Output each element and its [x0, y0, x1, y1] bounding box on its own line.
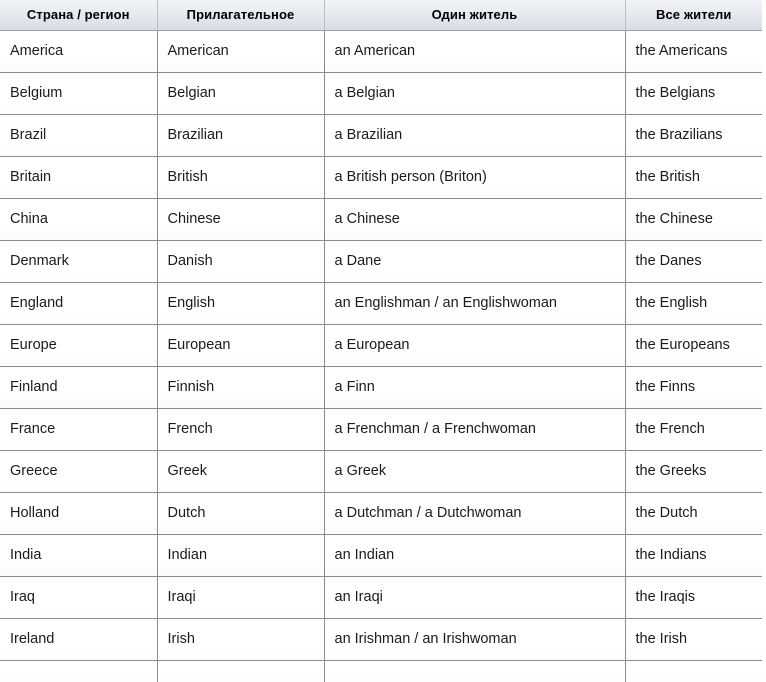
cell-country: Finland	[0, 366, 158, 409]
cell-adjective	[157, 660, 325, 682]
table-row: Holland Dutch a Dutchman / a Dutchwoman the…	[0, 492, 762, 535]
cell-all-inhabitants: the British	[625, 156, 762, 199]
column-header-country: Страна / регион	[0, 0, 158, 31]
cell-one-inhabitant: an American	[324, 30, 626, 73]
table-row: Britain British a British person (Briton) t…	[0, 156, 762, 199]
cell-all-inhabitants: the English	[625, 282, 762, 325]
cell-country	[0, 660, 158, 682]
cell-country: China	[0, 198, 158, 241]
header-row: Страна / регион Прилагательное Один жите…	[0, 0, 762, 31]
cell-country: Iraq	[0, 576, 158, 619]
cell-adjective: Irish	[157, 618, 325, 661]
cell-country: Belgium	[0, 72, 158, 115]
cell-country: Denmark	[0, 240, 158, 283]
cell-one-inhabitant: a Greek	[324, 450, 626, 493]
cell-country: France	[0, 408, 158, 451]
cell-all-inhabitants: the Brazilians	[625, 114, 762, 157]
cell-adjective: European	[157, 324, 325, 367]
cell-all-inhabitants: the Irish	[625, 618, 762, 661]
cell-one-inhabitant: a Dutchman / a Dutchwoman	[324, 492, 626, 535]
table-row: Europe European a European the Europeans	[0, 324, 762, 367]
cell-one-inhabitant: a Frenchman / a Frenchwoman	[324, 408, 626, 451]
table-row: Iraq Iraqi an Iraqi the Iraqis	[0, 576, 762, 619]
column-header-one-inhabitant: Один житель	[324, 0, 626, 31]
table-row: Belgium Belgian a Belgian the Belgians	[0, 72, 762, 115]
table-row: China Chinese a Chinese the Chinese	[0, 198, 762, 241]
cell-one-inhabitant	[324, 660, 626, 682]
cell-one-inhabitant: a European	[324, 324, 626, 367]
cell-adjective: Danish	[157, 240, 325, 283]
table-row	[0, 660, 762, 682]
table-row: England English an Englishman / an English…	[0, 282, 762, 325]
cell-all-inhabitants: the Dutch	[625, 492, 762, 535]
cell-adjective: Belgian	[157, 72, 325, 115]
nationalities-table: Страна / регион Прилагательное Один жите…	[0, 0, 762, 682]
table-row: Denmark Danish a Dane the Danes	[0, 240, 762, 283]
cell-adjective: French	[157, 408, 325, 451]
cell-country: India	[0, 534, 158, 577]
cell-all-inhabitants: the Belgians	[625, 72, 762, 115]
table-row: Brazil Brazilian a Brazilian the Brazilians	[0, 114, 762, 157]
cell-one-inhabitant: a Chinese	[324, 198, 626, 241]
cell-all-inhabitants: the Americans	[625, 30, 762, 73]
cell-one-inhabitant: an Iraqi	[324, 576, 626, 619]
table-row: Greece Greek a Greek the Greeks	[0, 450, 762, 493]
nationalities-table-container: Страна / регион Прилагательное Один жите…	[0, 0, 766, 682]
cell-one-inhabitant: a Finn	[324, 366, 626, 409]
cell-adjective: American	[157, 30, 325, 73]
table-row: America American an American the Americans	[0, 30, 762, 73]
cell-adjective: Dutch	[157, 492, 325, 535]
cell-adjective: Indian	[157, 534, 325, 577]
cell-all-inhabitants: the Indians	[625, 534, 762, 577]
cell-country: Holland	[0, 492, 158, 535]
cell-all-inhabitants: the French	[625, 408, 762, 451]
table-row: India Indian an Indian the Indians	[0, 534, 762, 577]
table-row: France French a Frenchman / a Frenchwoman t…	[0, 408, 762, 451]
cell-one-inhabitant: an Englishman / an Englishwoman	[324, 282, 626, 325]
cell-country: England	[0, 282, 158, 325]
cell-one-inhabitant: a Belgian	[324, 72, 626, 115]
cell-one-inhabitant: a Dane	[324, 240, 626, 283]
table-header: Страна / регион Прилагательное Один жите…	[0, 0, 762, 31]
cell-all-inhabitants: the Finns	[625, 366, 762, 409]
cell-all-inhabitants: the Europeans	[625, 324, 762, 367]
cell-country: Ireland	[0, 618, 158, 661]
cell-adjective: Greek	[157, 450, 325, 493]
cell-one-inhabitant: an Indian	[324, 534, 626, 577]
cell-adjective: Finnish	[157, 366, 325, 409]
column-header-adjective: Прилагательное	[157, 0, 325, 31]
table-row: Ireland Irish an Irishman / an Irishwoman t…	[0, 618, 762, 661]
cell-adjective: Chinese	[157, 198, 325, 241]
cell-all-inhabitants: the Iraqis	[625, 576, 762, 619]
cell-all-inhabitants: the Danes	[625, 240, 762, 283]
cell-adjective: Iraqi	[157, 576, 325, 619]
cell-all-inhabitants: the Chinese	[625, 198, 762, 241]
cell-adjective: British	[157, 156, 325, 199]
cell-country: Britain	[0, 156, 158, 199]
cell-one-inhabitant: a Brazilian	[324, 114, 626, 157]
column-header-all-inhabitants: Все жители	[625, 0, 762, 31]
table-body: America American an American the Americans B…	[0, 30, 762, 682]
table-row: Finland Finnish a Finn the Finns	[0, 366, 762, 409]
cell-one-inhabitant: a British person (Briton)	[324, 156, 626, 199]
cell-country: Brazil	[0, 114, 158, 157]
cell-country: Europe	[0, 324, 158, 367]
cell-all-inhabitants: the Greeks	[625, 450, 762, 493]
cell-adjective: Brazilian	[157, 114, 325, 157]
cell-one-inhabitant: an Irishman / an Irishwoman	[324, 618, 626, 661]
cell-country: Greece	[0, 450, 158, 493]
cell-adjective: English	[157, 282, 325, 325]
cell-all-inhabitants	[625, 660, 762, 682]
cell-country: America	[0, 30, 158, 73]
